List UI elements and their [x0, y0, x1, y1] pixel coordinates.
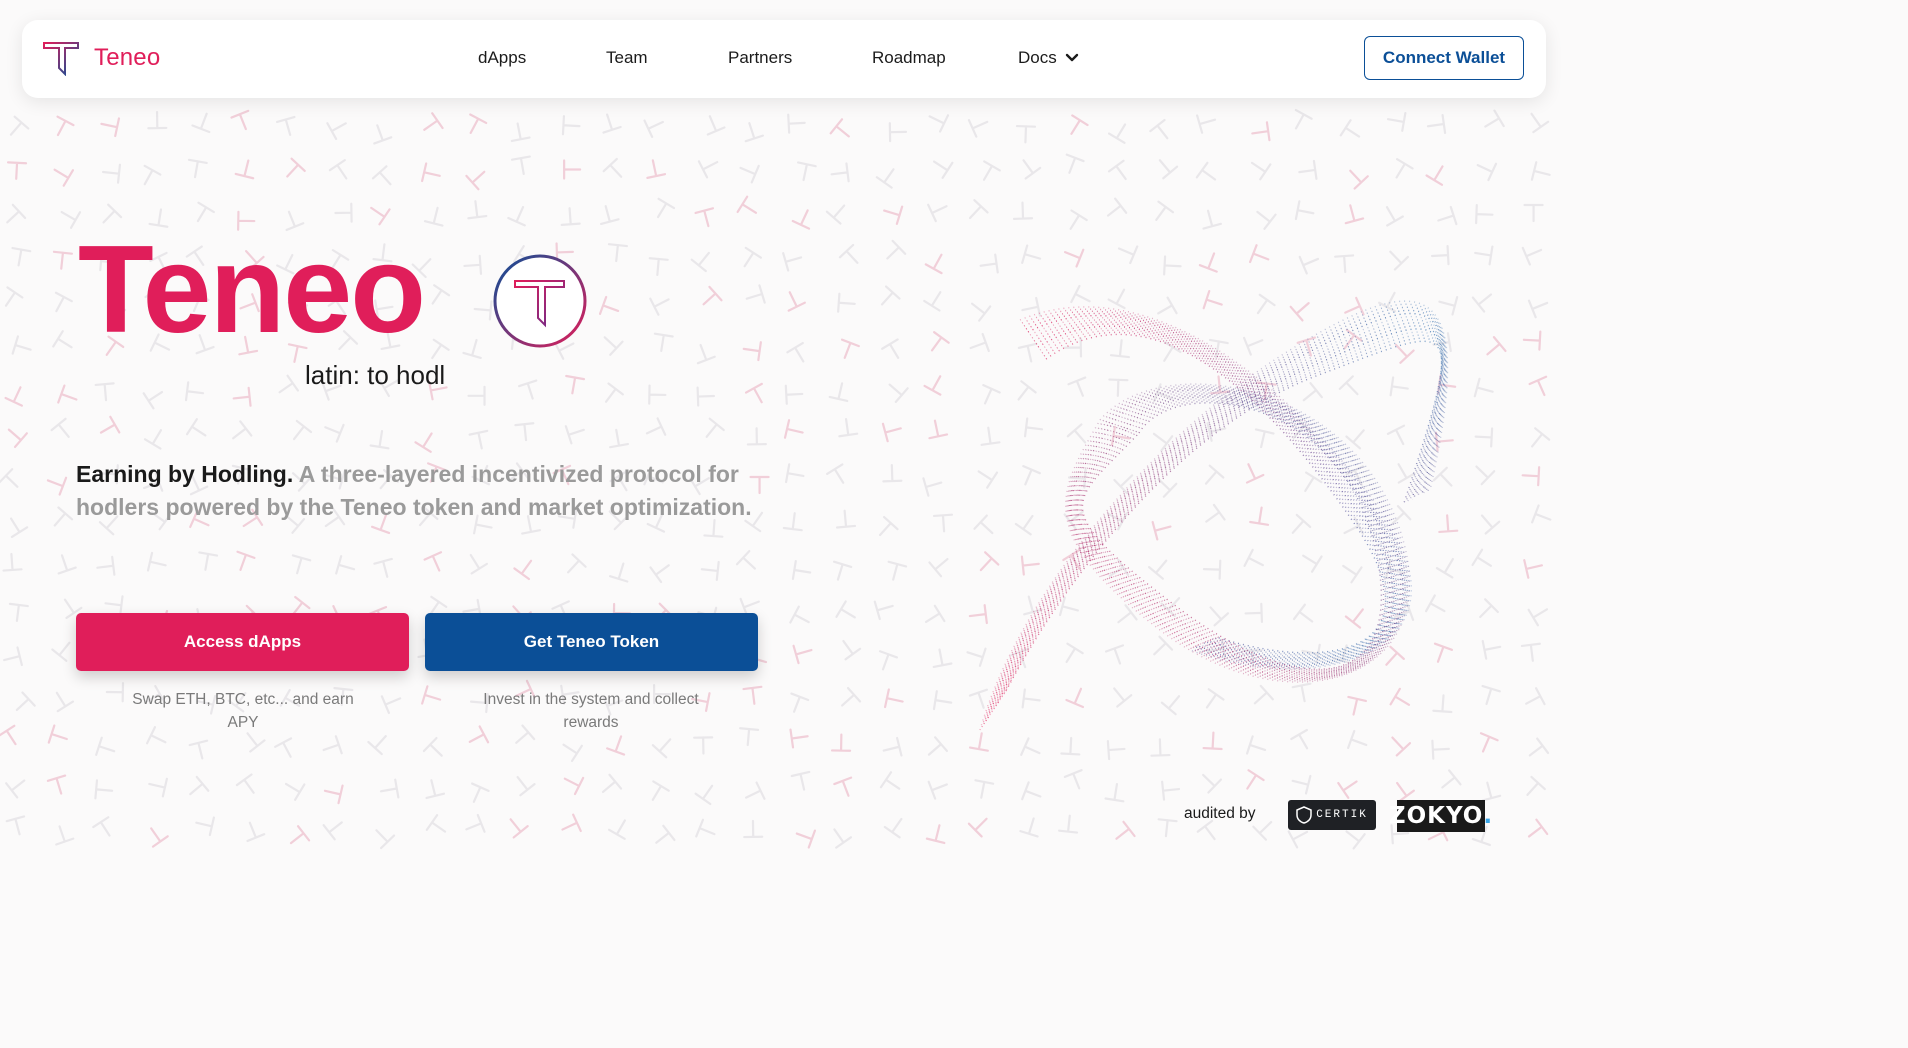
- access-dapps-caption: Swap ETH, BTC, etc... and earn APY: [132, 691, 354, 731]
- hero-ribbon-illustration: [979, 300, 1449, 731]
- nav-link-partners[interactable]: Partners: [728, 48, 792, 68]
- nav-link-dapps[interactable]: dApps: [478, 48, 526, 68]
- hero-subtitle: latin: to hodl: [305, 360, 446, 390]
- certik-text: CERTIK: [1316, 809, 1368, 821]
- certik-shield-icon: [1296, 806, 1312, 824]
- tagline-strong: Earning by Hodling.: [76, 461, 294, 487]
- hero-title: Teneo: [78, 221, 426, 359]
- certik-logo[interactable]: CERTIK: [1288, 800, 1376, 830]
- top-navbar: Teneo dApps Team Partners Roadmap Docs C…: [22, 20, 1546, 98]
- audited-by-label: audited by: [1184, 805, 1256, 822]
- connect-wallet-button[interactable]: Connect Wallet: [1364, 36, 1524, 80]
- nav-link-docs[interactable]: Docs: [1018, 48, 1079, 68]
- nav-link-team[interactable]: Team: [606, 48, 648, 68]
- hero-tagline: Earning by Hodling. A three-layered ince…: [76, 458, 766, 524]
- nav-link-roadmap[interactable]: Roadmap: [872, 48, 946, 68]
- access-dapps-button[interactable]: Access dApps: [76, 613, 409, 671]
- nav-links: dApps Team Partners Roadmap Docs: [22, 20, 1546, 98]
- zokyo-text: ZOKYO: [1388, 803, 1484, 829]
- teneo-circle-logo-icon: [493, 254, 587, 348]
- get-teneo-token-button[interactable]: Get Teneo Token: [425, 613, 758, 671]
- zokyo-logo[interactable]: ZOKYO.: [1389, 800, 1492, 832]
- nav-link-docs-label: Docs: [1018, 48, 1057, 67]
- zokyo-dot: .: [1483, 803, 1494, 829]
- get-token-caption: Invest in the system and collect rewards: [483, 691, 699, 731]
- chevron-down-icon: [1065, 53, 1078, 62]
